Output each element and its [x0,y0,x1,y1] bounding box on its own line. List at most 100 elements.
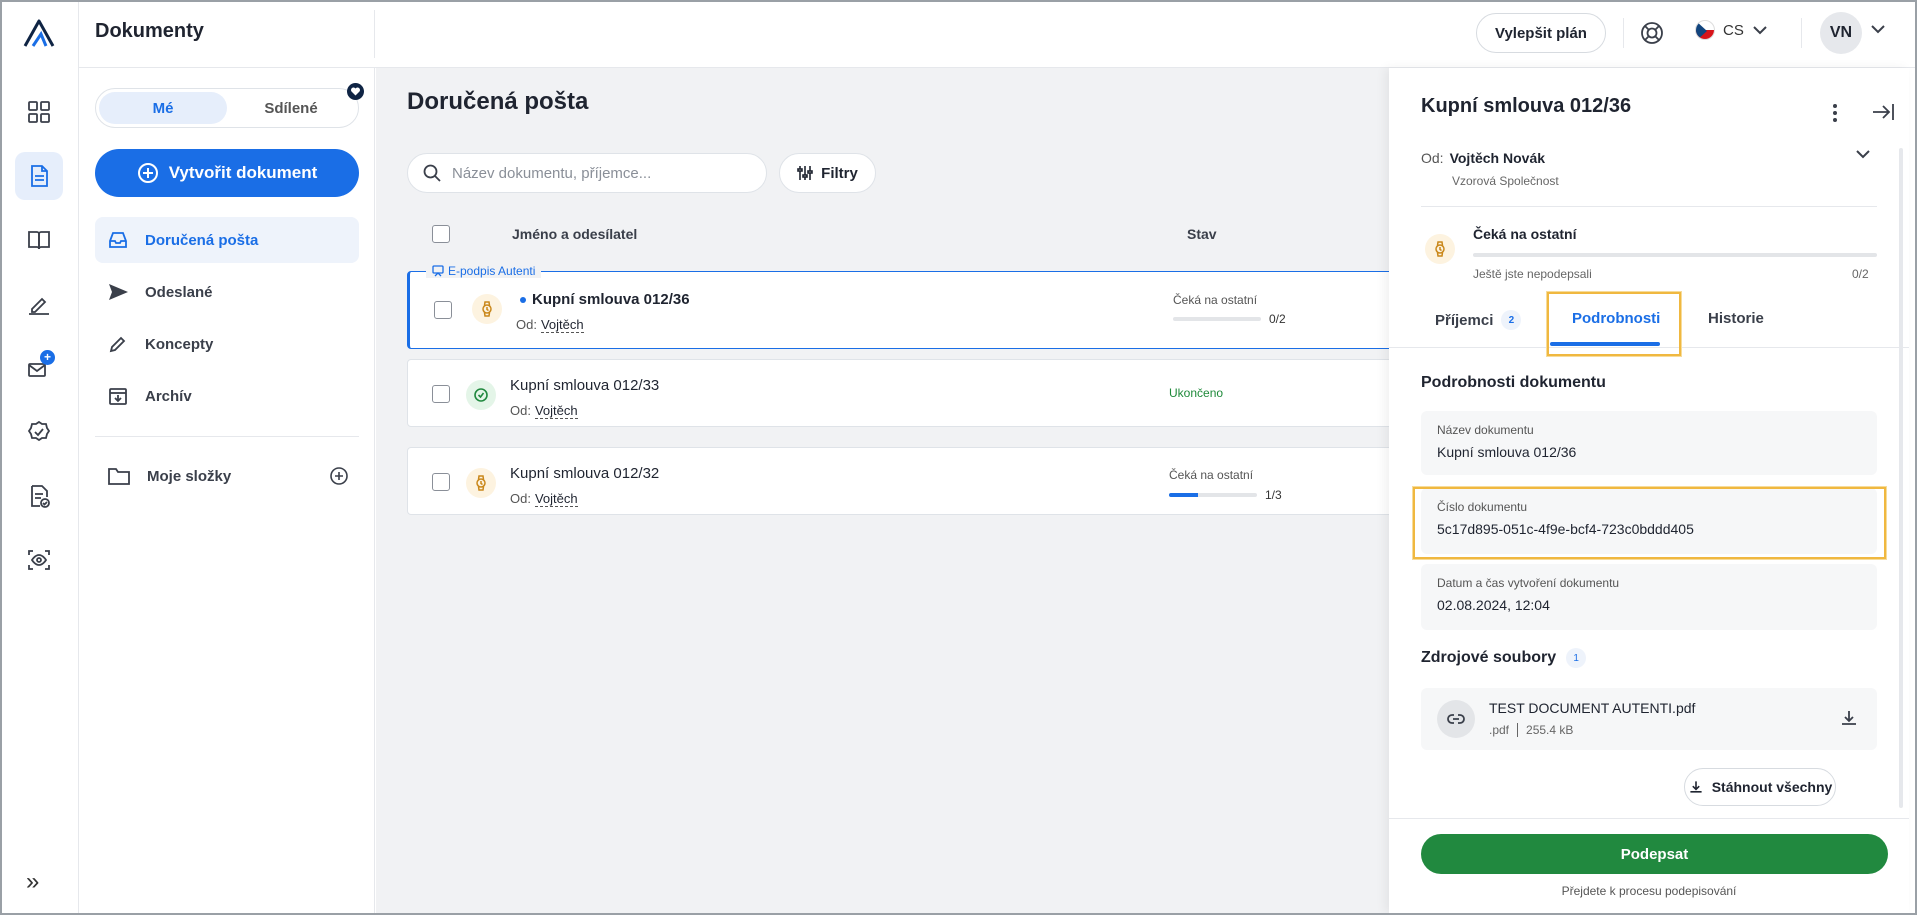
seg-mine[interactable]: Mé [99,92,227,124]
document-name[interactable]: Kupní smlouva 012/33 [510,377,659,394]
download-all-button[interactable]: Stáhnout všechny [1684,768,1836,806]
recipients-count-badge: 2 [1501,310,1522,330]
app-logo-icon[interactable] [22,18,56,48]
expand-rail-icon[interactable]: » [26,868,39,896]
completed-status-icon [466,380,496,410]
more-options-icon[interactable] [1832,103,1838,123]
download-icon [1690,781,1702,793]
row-progress-label: 0/2 [1269,312,1286,326]
language-code: CS [1723,21,1744,39]
file-meta: .pdf 255.4 kB [1489,723,1574,737]
field-created-date: Datum a čas vytvoření dokumentu 02.08.20… [1421,564,1877,630]
source-files-title: Zdrojové soubory 1 [1421,648,1587,668]
filters-label: Filtry [821,164,858,182]
upgrade-plan-button[interactable]: Vylepšit plán [1476,13,1606,53]
sidebar-item-drafts[interactable]: Koncepty [95,321,359,367]
grid-icon [28,101,50,123]
download-icon[interactable] [1839,708,1859,728]
document-sender: Od: Vojtěch [510,403,578,419]
field-document-number: Číslo dokumentu 5c17d895-051c-4f9e-bcf4-… [1421,488,1877,554]
rail-preview-button[interactable] [15,536,63,584]
create-document-button[interactable]: Vytvořit dokument [95,149,359,197]
source-file-card[interactable]: TEST DOCUMENT AUTENTI.pdf .pdf 255.4 kB [1421,688,1877,750]
search-box[interactable] [407,153,767,193]
sign-hint: Přejdete k procesu podepisování [1561,884,1737,898]
panel-sender-company: Vzorová Společnost [1452,174,1559,188]
document-name[interactable]: Kupní smlouva 012/36 [520,291,690,308]
document-name[interactable]: Kupní smlouva 012/32 [510,465,659,482]
search-icon [423,164,441,182]
rail-badge: + [40,350,55,365]
my-folders[interactable]: Moje složky [95,456,359,496]
panel-status-title: Čeká na ostatní [1473,226,1577,242]
topbar: Dokumenty Vylepšit plán CS VN [79,0,1917,68]
sign-button[interactable]: Podepsat [1421,834,1888,874]
panel-status-subtitle: Ještě jste nepodepsali [1473,267,1592,281]
chevron-down-icon[interactable] [1854,148,1872,160]
add-folder-icon[interactable] [329,466,349,486]
czech-flag-icon [1695,20,1715,40]
document-sender: Od: Vojtěch [510,491,578,507]
document-detail-panel: Kupní smlouva 012/36 Od: Vojtěch Novák Vz… [1389,68,1909,913]
book-icon [28,231,50,250]
chevron-down-icon[interactable] [1870,24,1886,34]
table-row[interactable]: E-podpis Autenti Kupní smlouva 012/36 Od… [407,264,1397,349]
page-title: Doručená pošta [407,88,589,115]
sidebar-item-inbox[interactable]: Doručená pošta [95,217,359,263]
eye-scan-icon [28,550,50,570]
chevron-down-icon [1753,26,1767,35]
tab-details[interactable]: Podrobnosti [1572,310,1660,327]
panel-scrollbar[interactable] [1899,148,1903,808]
rail-documents-button[interactable] [15,152,63,200]
document-check-icon [31,485,50,508]
rail-dashboard-button[interactable] [15,88,63,136]
unread-dot [520,296,526,303]
sidebar-item-label: Odeslané [145,283,213,301]
sidebar-divider [95,436,359,437]
search-input[interactable] [452,164,742,182]
create-document-label: Vytvořit dokument [168,163,318,182]
select-all-checkbox[interactable] [432,225,450,243]
signature-pen-icon [29,297,49,315]
topbar-divider [1801,18,1802,48]
help-lifebuoy-icon[interactable] [1639,20,1665,46]
rail-templates-button[interactable] [15,216,63,264]
sliders-icon [797,166,813,180]
row-status: Čeká na ostatní [1173,293,1258,307]
panel-status-progress [1473,253,1877,257]
language-selector[interactable]: CS [1695,20,1768,40]
user-avatar[interactable]: VN [1820,12,1862,54]
row-checkbox[interactable] [432,385,450,403]
seg-shared[interactable]: Sdílené [227,92,355,124]
rail-reports-button[interactable] [15,472,63,520]
topbar-divider [374,10,375,58]
panel-title: Kupní smlouva 012/36 [1421,95,1632,117]
waiting-status-icon [466,468,496,498]
sidebar-item-archive[interactable]: Archív [95,373,359,419]
rail-sign-button[interactable] [15,280,63,328]
plus-circle-icon [137,163,158,183]
table-row[interactable]: Kupní smlouva 012/32 Od: Vojtěch Čeká na … [407,447,1397,515]
close-panel-icon[interactable] [1871,101,1895,123]
rail-bulk-send-button[interactable]: + [15,344,63,392]
panel-status-count: 0/2 [1852,267,1869,281]
table-row[interactable]: Kupní smlouva 012/33 Od: Vojtěch Ukončeno [407,359,1397,427]
filters-button[interactable]: Filtry [779,153,876,193]
tab-recipients[interactable]: Příjemci 2 [1435,310,1522,330]
column-header-name: Jméno a odesílatel [512,226,638,242]
waiting-status-icon [472,294,502,324]
notification-heart-icon [347,83,364,100]
row-progress-bar [1173,317,1261,321]
panel-sender: Od: Vojtěch Novák [1421,150,1546,166]
row-status: Čeká na ostatní [1169,468,1254,482]
inbox-icon [109,232,127,248]
document-icon [31,165,48,187]
e-signature-tag: E-podpis Autenti [426,264,542,278]
active-tab-indicator [1550,342,1660,346]
row-checkbox[interactable] [432,473,450,491]
tab-history[interactable]: Historie [1708,310,1764,327]
row-checkbox[interactable] [434,301,452,319]
rail-verify-button[interactable] [15,408,63,456]
row-progress-bar [1169,493,1257,497]
sidebar-item-sent[interactable]: Odeslané [95,269,359,315]
